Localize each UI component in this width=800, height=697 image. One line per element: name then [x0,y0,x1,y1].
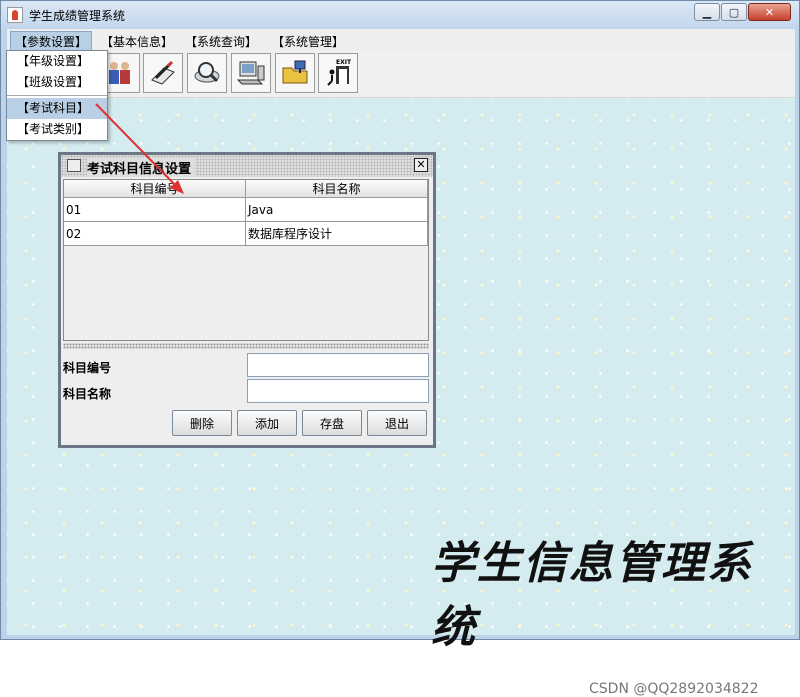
title-bar[interactable]: 学生成绩管理系统 ▁ ▢ ✕ [1,1,799,29]
subject-id-input[interactable] [247,353,429,377]
tool-edit-button[interactable] [143,53,183,93]
exit-button[interactable]: 退出 [367,410,427,436]
subject-settings-window: 考试科目信息设置 ✕ 科目编号 科目名称 01 Java 02 数据库程序设计 … [58,152,436,448]
subject-window-titlebar[interactable]: 考试科目信息设置 ✕ [61,155,433,177]
subject-table[interactable]: 科目编号 科目名称 01 Java 02 数据库程序设计 [63,179,429,341]
system-slogan: 学生信息管理系统 [431,538,753,653]
menu-system-admin[interactable]: 【系统管理】 [268,32,348,51]
maximize-icon: ▢ [728,5,740,19]
menu-system-query[interactable]: 【系统查询】 [181,32,261,51]
window-title: 学生成绩管理系统 [29,9,126,23]
table-row[interactable]: 02 数据库程序设计 [64,222,428,246]
table-header: 科目编号 科目名称 [64,180,428,198]
menu-item-class-settings[interactable]: 【班级设置】 [7,72,107,93]
toolbar: EXIT [7,51,795,98]
tool-network-button[interactable] [275,53,315,93]
subject-window-title: 考试科目信息设置 [87,158,196,177]
close-button[interactable]: ✕ [748,3,791,21]
minimize-button[interactable]: ▁ [694,3,720,21]
watermark: CSDN @QQ2892034822 [589,681,759,697]
pen-document-icon [151,60,175,85]
menu-param-settings[interactable]: 【参数设置】 [10,31,93,52]
subject-name-input[interactable] [247,379,429,403]
users-icon [109,62,130,84]
menu-item-exam-types[interactable]: 【考试类别】 [7,119,107,140]
close-icon: ✕ [764,5,775,19]
cell-name[interactable]: Java [246,198,428,222]
menu-item-grade-settings[interactable]: 【年级设置】 [7,51,107,72]
split-pane-divider[interactable] [63,343,429,349]
cell-name[interactable]: 数据库程序设计 [246,222,428,246]
subject-window-close-button[interactable]: ✕ [414,158,428,172]
menu-separator [7,95,107,96]
table-row[interactable]: 01 Java [64,198,428,222]
tool-search-button[interactable] [187,53,227,93]
subject-name-label: 科目名称 [63,387,112,401]
save-button[interactable]: 存盘 [302,410,362,436]
tool-exit-button[interactable]: EXIT [318,53,358,93]
cell-id[interactable]: 01 [64,198,246,222]
menu-item-exam-subjects[interactable]: 【考试科目】 [7,98,107,119]
exit-label: EXIT [336,59,352,66]
folder-network-icon [282,60,308,84]
menu-basic-info[interactable]: 【基本信息】 [97,32,177,51]
column-header-name[interactable]: 科目名称 [246,180,428,198]
subject-window-body: 科目编号 科目名称 01 Java 02 数据库程序设计 科目编号 科目名称 删… [61,177,433,445]
exit-door-icon: EXIT [327,59,352,86]
window-icon [67,159,81,172]
minimize-icon: ▁ [702,5,712,19]
subject-id-label: 科目编号 [63,361,112,375]
add-button[interactable]: 添加 [237,410,297,436]
tool-computer-button[interactable] [231,53,271,93]
delete-button[interactable]: 删除 [172,410,232,436]
param-settings-dropdown: 【年级设置】 【班级设置】 【考试科目】 【考试类别】 [6,50,108,141]
cell-id[interactable]: 02 [64,222,246,246]
computer-icon [236,61,265,85]
maximize-button[interactable]: ▢ [721,3,747,21]
close-icon: ✕ [416,158,426,171]
column-header-id[interactable]: 科目编号 [64,180,246,198]
menu-bar: 【参数设置】 【基本信息】 【系统查询】 【系统管理】 [7,29,795,52]
java-app-icon [7,7,23,23]
magnifier-icon [194,62,220,83]
